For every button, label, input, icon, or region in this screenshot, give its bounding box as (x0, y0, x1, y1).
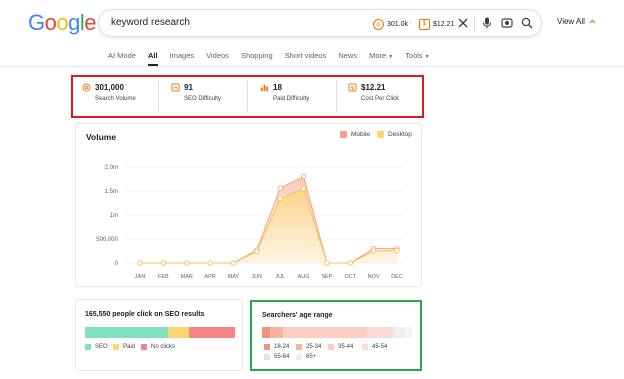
legend-swatch (113, 344, 119, 350)
data-point-desktop[interactable] (347, 260, 353, 266)
data-point-desktop[interactable] (230, 260, 237, 266)
age-segment-45-54 (367, 327, 394, 338)
age-segment-25-34 (269, 327, 283, 338)
y-tick-label: 1.5m (105, 189, 118, 195)
x-tick-label: APR (204, 274, 215, 280)
x-tick-label: DEC (391, 274, 403, 280)
data-point-desktop[interactable] (324, 260, 330, 266)
x-tick-label: FEB (158, 274, 169, 280)
age-title: Searchers' age range (262, 312, 333, 319)
clicks-segment-paid (167, 327, 189, 338)
age-legend-65-plus: 65+ (296, 354, 316, 360)
legend-label: 18-24 (274, 344, 290, 350)
legend-label: No clicks (151, 344, 176, 350)
data-point-desktop[interactable] (277, 196, 283, 202)
x-tick-label: MAY (228, 274, 240, 280)
data-point-desktop[interactable] (137, 260, 143, 266)
y-tick-label: 500,000 (96, 237, 118, 243)
data-point-desktop[interactable] (254, 248, 260, 255)
clicks-legend-no-clicks: No clicks (141, 344, 175, 350)
legend-label: Paid (123, 344, 136, 350)
age-legend-25-34: 25-34 (296, 344, 321, 350)
age-segment-65- (404, 327, 412, 338)
legend-label: 45-54 (372, 344, 388, 350)
x-tick-label: NOV (368, 274, 380, 280)
data-point-mobile[interactable] (277, 185, 283, 191)
x-tick-label: AUG (298, 274, 310, 280)
clicks-segment-no-clicks (188, 327, 235, 338)
legend-label: 55-64 (274, 354, 290, 360)
data-point-desktop[interactable] (207, 260, 213, 266)
data-point-mobile[interactable] (300, 173, 307, 180)
clicks-legend-seo: SEO (85, 344, 108, 350)
legend-swatch (362, 344, 368, 350)
clicks-stacked-bar (85, 327, 235, 338)
clicks-segment-seo (85, 327, 168, 338)
legend-swatch (85, 344, 91, 350)
legend-swatch (264, 354, 270, 360)
data-point-desktop[interactable] (394, 247, 400, 254)
y-tick-label: 1m (110, 213, 118, 219)
x-tick-label: JUL (275, 274, 285, 280)
legend-label: 65+ (306, 354, 317, 360)
x-tick-label: OCT (344, 274, 356, 280)
x-tick-label: MAR (181, 274, 193, 280)
clicks-legend-paid: Paid (113, 344, 135, 350)
legend-swatch (328, 344, 334, 350)
age-legend-55-64: 55-64 (264, 354, 289, 360)
legend-swatch (264, 344, 270, 350)
data-point-desktop[interactable] (370, 248, 377, 254)
age-stacked-bar (262, 327, 412, 338)
y-tick-label: 0 (115, 261, 119, 267)
data-point-desktop[interactable] (300, 185, 307, 192)
legend-swatch (296, 354, 302, 360)
search-results-page: Google keyword research ◎ 301.0k · $ $12… (0, 0, 624, 379)
legend-swatch (141, 344, 147, 350)
age-legend-45-54: 45-54 (362, 344, 387, 350)
y-tick-label: 2.0m (105, 165, 118, 171)
legend-label: 25-34 (306, 344, 322, 350)
age-segment-35-44 (283, 327, 367, 338)
legend-label: 35-44 (338, 344, 354, 350)
data-point-desktop[interactable] (160, 260, 167, 266)
x-tick-label: JAN (135, 274, 145, 280)
age-segment-55-64 (394, 327, 405, 338)
x-tick-label: SEP (321, 274, 332, 280)
x-tick-label: JUN (251, 274, 262, 280)
legend-swatch (296, 344, 302, 350)
data-point-desktop[interactable] (184, 260, 190, 266)
age-legend-35-44: 35-44 (328, 344, 353, 350)
age-legend-18-24: 18-24 (264, 344, 289, 350)
age-segment-18-24 (262, 327, 270, 338)
clicks-title: 165,550 people click on SEO results (85, 311, 205, 318)
legend-label: SEO (95, 344, 108, 350)
